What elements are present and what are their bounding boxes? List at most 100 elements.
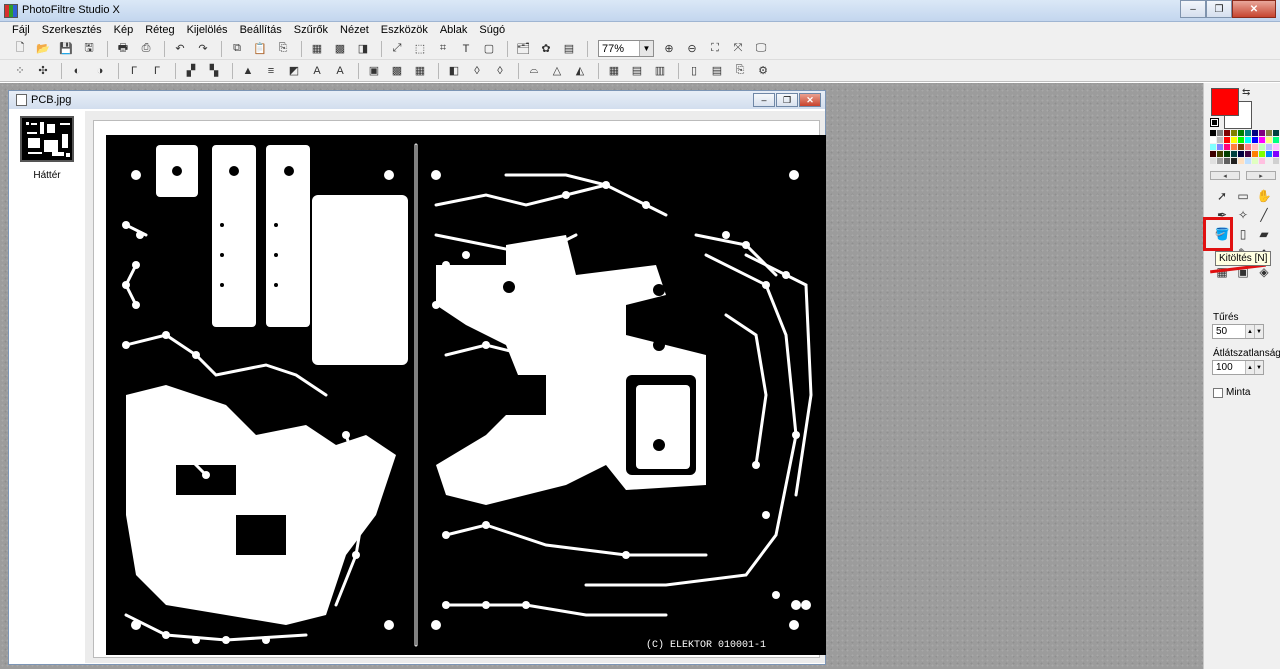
auto-contrast-icon[interactable]: A <box>330 62 350 80</box>
blur-icon[interactable]: ▣ <box>364 62 384 80</box>
chevron-down-icon[interactable]: ▼ <box>639 41 653 56</box>
gamma-down-icon[interactable]: Γ <box>124 62 144 80</box>
palette-swatch[interactable] <box>1217 144 1223 150</box>
slideshow-icon[interactable]: ▯ <box>684 62 704 80</box>
magic-wand-icon[interactable]: ✧ <box>1233 205 1253 224</box>
flip-icon[interactable]: ⌓ <box>524 62 544 80</box>
primary-color[interactable] <box>1211 88 1239 116</box>
color-mode-icon[interactable]: ▩ <box>330 40 350 58</box>
menu-tools[interactable]: Eszközök <box>375 22 434 38</box>
palette-swatch[interactable] <box>1238 158 1244 164</box>
palette-swatch[interactable] <box>1224 130 1230 136</box>
palette-swatch[interactable] <box>1210 144 1216 150</box>
curves-icon[interactable]: ≡ <box>261 62 281 80</box>
levels-icon[interactable]: ▲ <box>238 62 258 80</box>
canvas-size-icon[interactable]: ⬚ <box>410 40 430 58</box>
rgb-icon[interactable]: ▦ <box>604 62 624 80</box>
menu-image[interactable]: Kép <box>108 22 140 38</box>
redo-icon[interactable]: ↷ <box>193 40 213 58</box>
copy-icon[interactable]: ⧉ <box>227 40 247 58</box>
pattern-checkbox[interactable] <box>1213 388 1223 398</box>
palette-swatch[interactable] <box>1245 151 1251 157</box>
contrast-down-icon[interactable]: ◐ <box>67 62 87 80</box>
grayscale-icon[interactable]: ◨ <box>353 40 373 58</box>
fullscreen-icon[interactable]: 🖵 <box>751 40 771 58</box>
channel-icon[interactable]: ▤ <box>627 62 647 80</box>
histogram-icon[interactable]: ▥ <box>650 62 670 80</box>
drop-icon[interactable]: ◊ <box>467 62 487 80</box>
palette-swatch[interactable] <box>1217 151 1223 157</box>
zoom-in-icon[interactable]: ⊕ <box>659 40 679 58</box>
palette-swatch[interactable] <box>1273 151 1279 157</box>
actual-size-icon[interactable]: ⛶ <box>705 40 725 58</box>
palette-swatch[interactable] <box>1273 137 1279 143</box>
window-icon[interactable]: ▤ <box>559 40 579 58</box>
layer-thumbnail[interactable] <box>20 116 74 162</box>
menu-view[interactable]: Nézet <box>334 22 375 38</box>
palette-swatch[interactable] <box>1252 158 1258 164</box>
palette-swatch[interactable] <box>1266 137 1272 143</box>
text-icon[interactable]: T <box>456 40 476 58</box>
palette-swatch[interactable] <box>1224 144 1230 150</box>
color-palette[interactable] <box>1210 130 1279 164</box>
minimize-button[interactable]: – <box>1180 0 1206 18</box>
palette-swatch[interactable] <box>1273 130 1279 136</box>
eraser-icon[interactable]: ▰ <box>1254 224 1274 243</box>
palette-swatch[interactable] <box>1231 144 1237 150</box>
palette-swatch[interactable] <box>1266 144 1272 150</box>
emboss-icon[interactable]: ◧ <box>444 62 464 80</box>
palette-swatch[interactable] <box>1252 151 1258 157</box>
palette-next-button[interactable]: ▸ <box>1246 171 1276 180</box>
fit-window-icon[interactable]: ⤧ <box>728 40 748 58</box>
undo-icon[interactable]: ↶ <box>170 40 190 58</box>
palette-swatch[interactable] <box>1224 151 1230 157</box>
palette-swatch[interactable] <box>1259 137 1265 143</box>
save-as-icon[interactable]: 🖫 <box>79 40 99 58</box>
spin-up-icon[interactable]: ▲ <box>1245 325 1254 338</box>
palette-swatch[interactable] <box>1266 158 1272 164</box>
palette-swatch[interactable] <box>1266 130 1272 136</box>
palette-swatch[interactable] <box>1217 137 1223 143</box>
menu-window[interactable]: Ablak <box>434 22 474 38</box>
palette-swatch[interactable] <box>1252 144 1258 150</box>
palette-swatch[interactable] <box>1210 151 1216 157</box>
scan-icon[interactable]: ⎙ <box>136 40 156 58</box>
palette-prev-button[interactable]: ◂ <box>1210 171 1240 180</box>
contrast-up-icon[interactable]: ◑ <box>90 62 110 80</box>
save-icon[interactable]: 💾 <box>56 40 76 58</box>
menu-edit[interactable]: Szerkesztés <box>36 22 108 38</box>
image-size-icon[interactable]: ⤢ <box>387 40 407 58</box>
spray-icon[interactable]: ▯ <box>1233 224 1253 243</box>
rotate-icon[interactable]: ◭ <box>570 62 590 80</box>
palette-swatch[interactable] <box>1217 130 1223 136</box>
image-canvas[interactable]: (C) ELEKTOR 010001-1 <box>93 120 826 658</box>
palette-swatch[interactable] <box>1252 130 1258 136</box>
palette-swatch[interactable] <box>1273 144 1279 150</box>
select-all-icon[interactable]: ⁘ <box>10 62 30 80</box>
palette-swatch[interactable] <box>1210 158 1216 164</box>
close-button[interactable]: ✕ <box>1232 0 1276 18</box>
opacity-input[interactable]: 100 ▲ ▼ <box>1212 360 1264 375</box>
menu-layer[interactable]: Réteg <box>139 22 180 38</box>
gamma-up-icon[interactable]: Γ <box>147 62 167 80</box>
menu-help[interactable]: Súgó <box>473 22 511 38</box>
menu-adjust[interactable]: Beállítás <box>234 22 288 38</box>
menu-selection[interactable]: Kijelölés <box>181 22 234 38</box>
transparency-icon[interactable]: ▦ <box>307 40 327 58</box>
reset-colors-icon[interactable] <box>1210 118 1219 127</box>
palette-swatch[interactable] <box>1245 158 1251 164</box>
palette-swatch[interactable] <box>1231 130 1237 136</box>
spin-down-icon[interactable]: ▼ <box>1254 325 1263 338</box>
spin-up-icon[interactable]: ▲ <box>1245 361 1254 374</box>
palette-swatch[interactable] <box>1210 130 1216 136</box>
new-file-icon[interactable]: 🗋 <box>10 40 30 58</box>
browser-icon[interactable]: 🗂 <box>513 40 533 58</box>
palette-swatch[interactable] <box>1238 144 1244 150</box>
selection-rect-icon[interactable]: ▭ <box>1233 186 1253 205</box>
line-icon[interactable]: ╱ <box>1254 205 1274 224</box>
palette-swatch[interactable] <box>1266 151 1272 157</box>
open-file-icon[interactable]: 📂 <box>33 40 53 58</box>
palette-swatch[interactable] <box>1231 137 1237 143</box>
palette-swatch[interactable] <box>1224 158 1230 164</box>
sharpen-icon[interactable]: ▩ <box>387 62 407 80</box>
